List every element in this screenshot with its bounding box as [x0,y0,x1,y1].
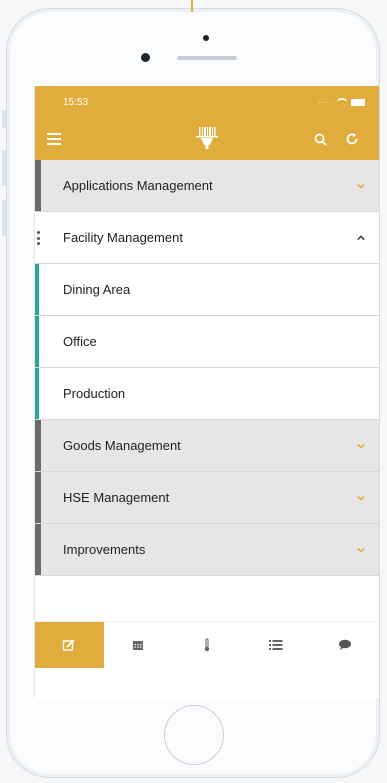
list-icon [268,640,283,650]
status-time: 15:53 [63,96,89,108]
search-icon[interactable] [314,133,327,146]
chevron-down-icon [357,443,365,449]
menu-item-goods-management[interactable]: Goods Management [35,420,379,472]
thermometer-icon [204,638,210,652]
menu-item-dining-area[interactable]: Dining Area [35,264,379,316]
nav-temperature[interactable] [173,622,242,668]
refresh-icon[interactable] [345,132,359,146]
volume-down-button [2,200,6,236]
mute-switch [2,110,6,128]
nav-chat[interactable] [310,622,379,668]
app-toolbar [35,118,379,160]
volume-up-button [2,150,6,186]
signal-icon: ···· [318,97,333,107]
menu-item-hse-management[interactable]: HSE Management [35,472,379,524]
drag-handle-icon[interactable] [37,231,40,245]
menu-label: Facility Management [63,230,183,245]
menu-label: HSE Management [63,490,170,505]
status-bar: 15:53 ···· [35,86,379,118]
menu-item-applications-management[interactable]: Applications Management [35,160,379,212]
sensor-dot [203,35,209,41]
menu-label: Applications Management [63,178,213,193]
chevron-down-icon [357,547,365,553]
bottom-nav [35,621,379,668]
menu-label: Production [63,386,126,401]
menu-item-office[interactable]: Office [35,316,379,368]
app-screen: 15:53 ···· Applications Management Facil… [34,86,379,698]
menu-label: Improvements [63,542,146,557]
home-button[interactable] [164,705,224,765]
nav-edit[interactable] [35,622,104,668]
edit-icon [63,639,76,651]
chevron-down-icon [357,495,365,501]
menu-item-improvements[interactable]: Improvements [35,524,379,576]
nav-calendar[interactable] [104,622,173,668]
front-camera [141,53,150,62]
nav-list[interactable] [241,622,310,668]
barcode-scanner-logo [196,127,218,149]
chevron-down-icon [357,183,365,189]
menu-label: Dining Area [63,282,131,297]
menu-label: Office [63,334,97,349]
chevron-up-icon [357,234,365,240]
calendar-icon [133,641,144,650]
top-indicator [191,0,193,12]
menu-item-facility-management[interactable]: Facility Management [35,212,379,264]
status-icons: ···· [318,98,365,107]
speaker-grille [177,56,237,60]
hamburger-icon[interactable] [47,133,61,145]
chat-icon [338,639,351,650]
menu-item-production[interactable]: Production [35,368,379,420]
menu-label: Goods Management [63,438,181,453]
wifi-icon [337,98,347,106]
battery-icon [351,98,365,106]
